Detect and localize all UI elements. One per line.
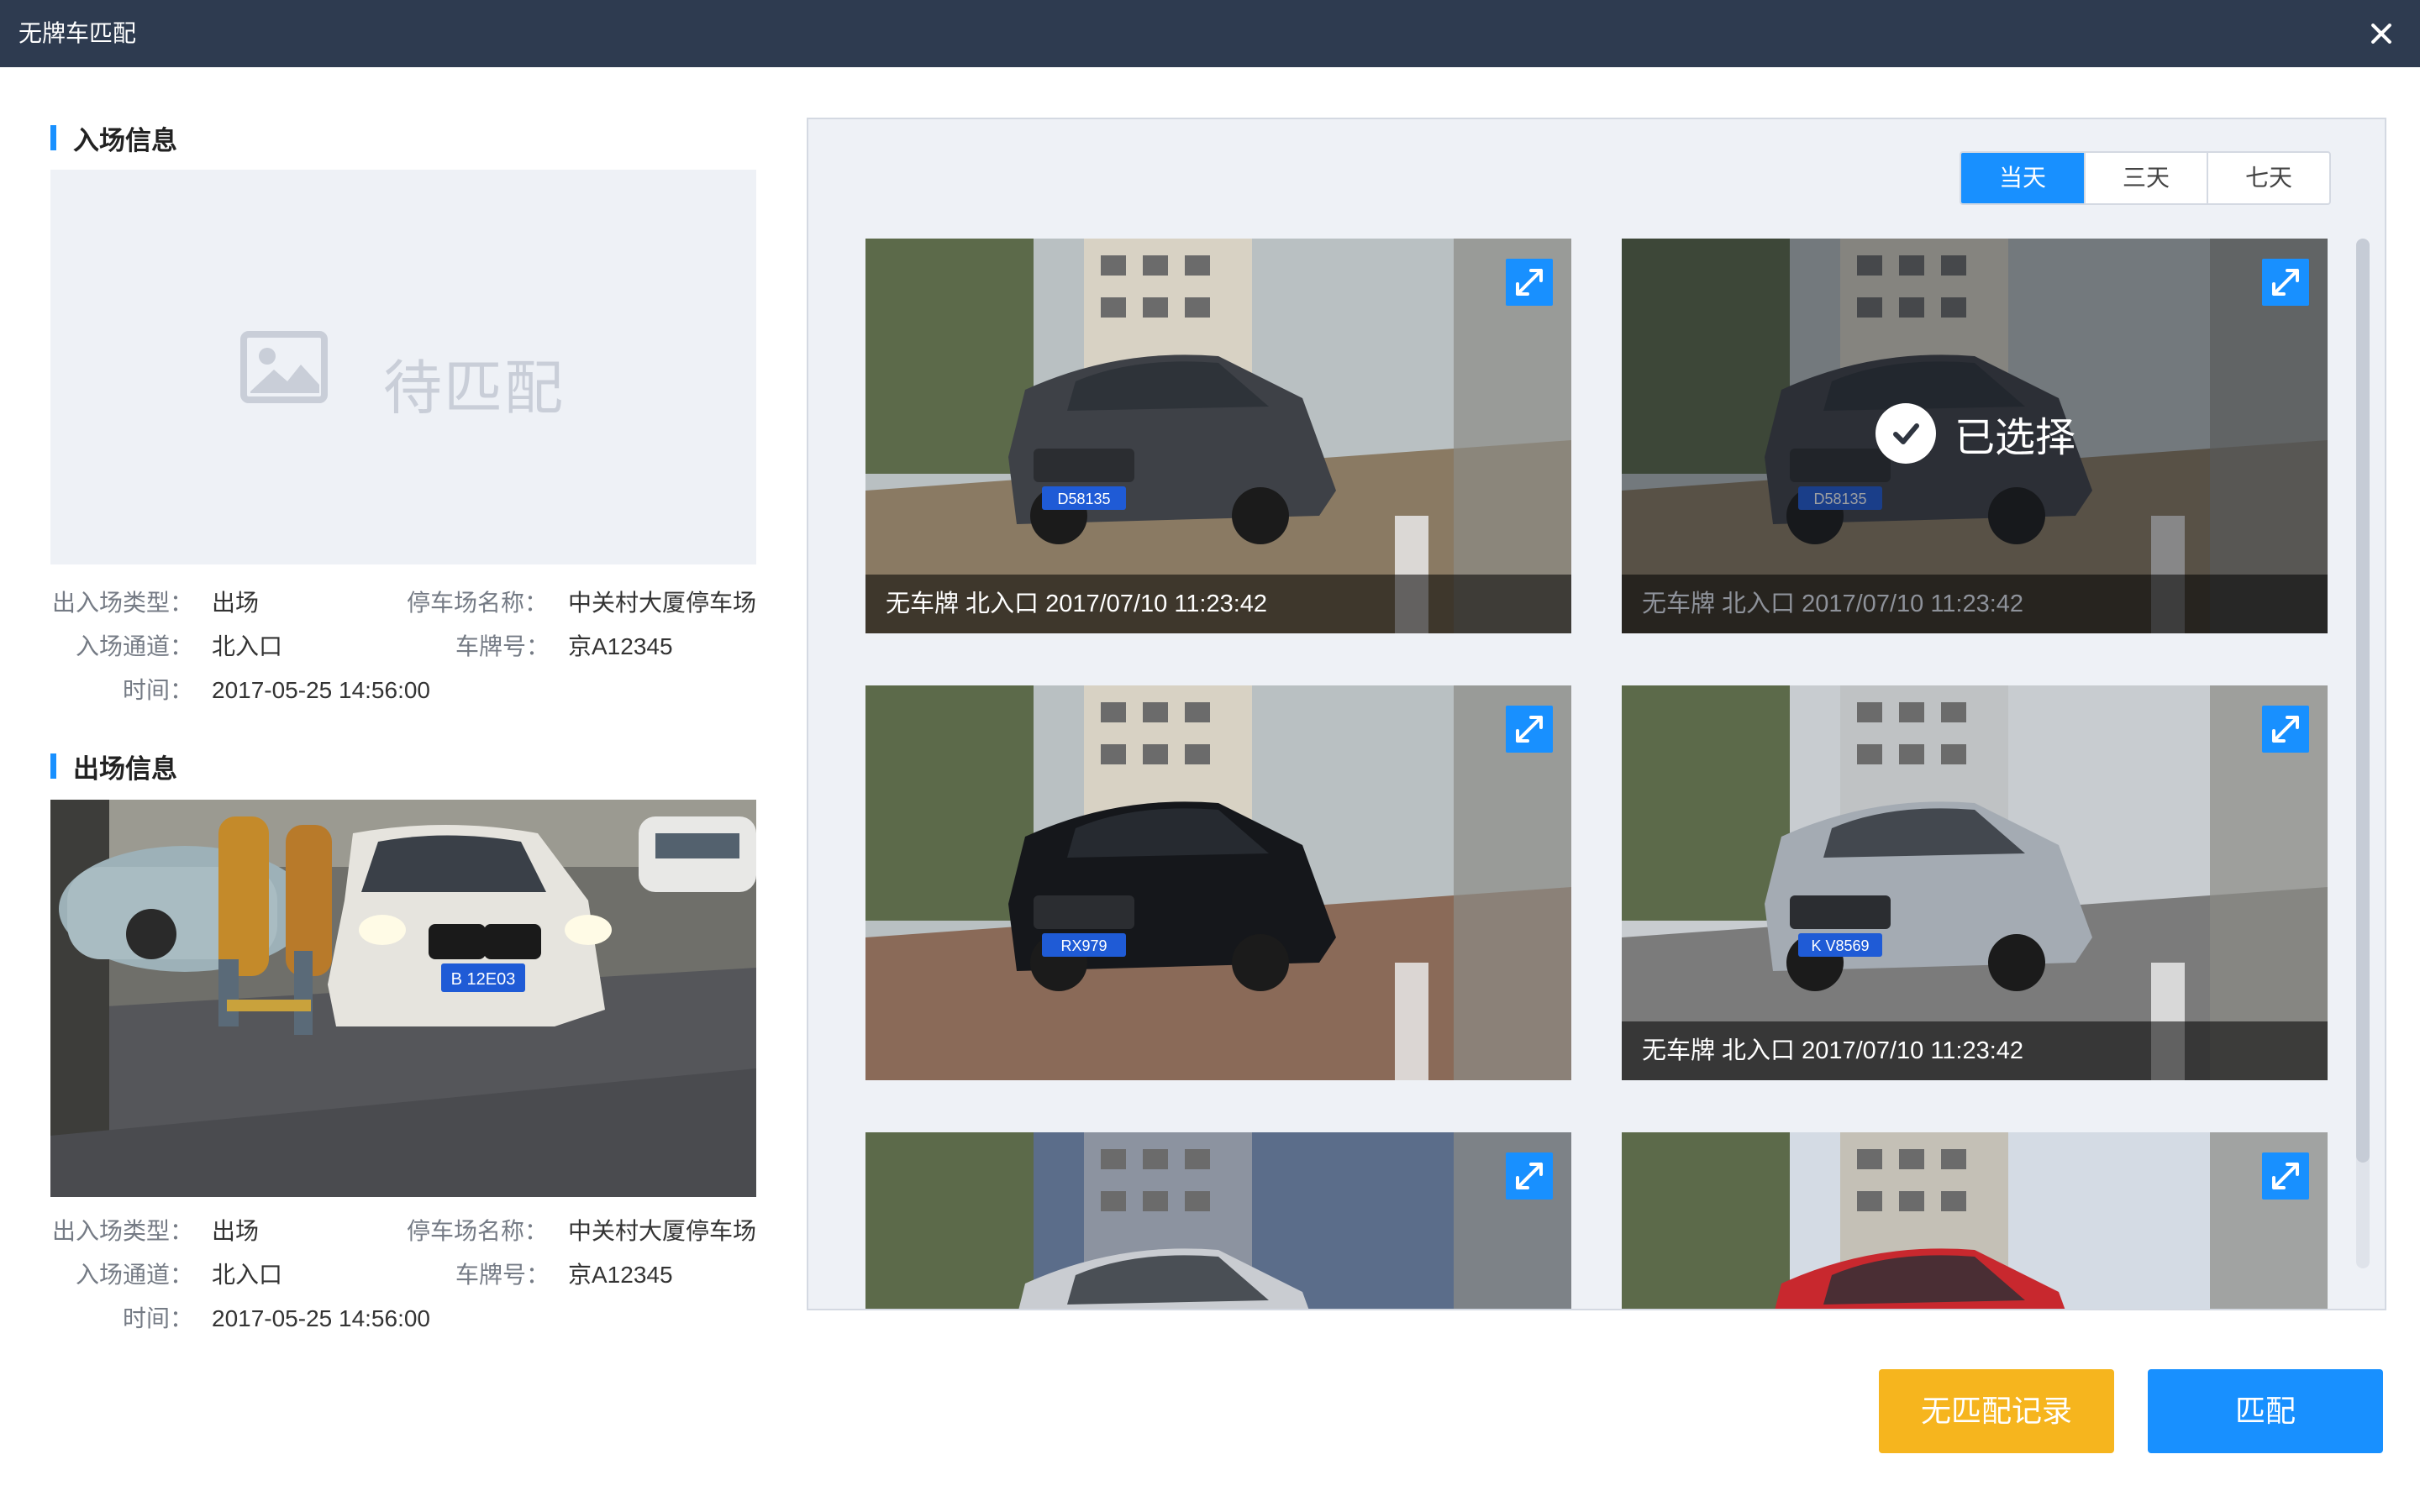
candidate-card[interactable]: D58135 无车牌 北入口 2017/07/10 11:23:42 bbox=[865, 239, 1571, 633]
exit-photo-scene: B 12E03 bbox=[50, 800, 756, 1197]
svg-text:D58135: D58135 bbox=[1057, 491, 1110, 507]
expand-icon[interactable] bbox=[2262, 1152, 2309, 1200]
candidate-photo bbox=[865, 1132, 1571, 1309]
svg-text:RX979: RX979 bbox=[1060, 937, 1107, 954]
exit-section-title: 出场信息 bbox=[50, 753, 177, 784]
expand-icon[interactable] bbox=[2262, 259, 2309, 306]
title-bar: 无牌车匹配 bbox=[0, 0, 2420, 67]
expand-icon[interactable] bbox=[1506, 259, 1553, 306]
svg-text:K V8569: K V8569 bbox=[1811, 937, 1869, 954]
gallery-scrollbar[interactable] bbox=[2356, 239, 2370, 1268]
card-caption: 无车牌 北入口 2017/07/10 11:23:42 bbox=[1622, 575, 2328, 633]
card-caption: 无车牌 北入口 2017/07/10 11:23:42 bbox=[865, 575, 1571, 633]
exit-lot-value: 中关村大厦停车场 bbox=[568, 1218, 757, 1244]
placeholder-text: 待匹配 bbox=[383, 355, 565, 421]
entry-type-value: 出场 bbox=[212, 590, 260, 616]
tab-today[interactable]: 当天 bbox=[1961, 153, 2084, 203]
exit-type-value: 出场 bbox=[212, 1218, 260, 1244]
match-button[interactable]: 匹配 bbox=[2148, 1369, 2383, 1453]
candidate-card[interactable] bbox=[865, 1132, 1571, 1309]
exit-photo: B 12E03 bbox=[50, 800, 756, 1197]
exit-plate-value: 京A12345 bbox=[568, 1262, 673, 1288]
entry-section-title: 入场信息 bbox=[50, 124, 177, 155]
expand-icon[interactable] bbox=[1506, 706, 1553, 753]
entry-lot-value: 中关村大厦停车场 bbox=[568, 590, 757, 616]
candidate-card[interactable]: K V8569 无车牌 北入口 2017/07/10 11:23:42 bbox=[1622, 685, 2328, 1080]
close-icon[interactable] bbox=[2358, 10, 2405, 57]
selected-label: 已选择 bbox=[1954, 416, 2076, 460]
no-match-record-button[interactable]: 无匹配记录 bbox=[1879, 1369, 2114, 1453]
exit-time-value: 2017-05-25 14:56:00 bbox=[212, 1305, 430, 1331]
candidate-card[interactable]: RX979 bbox=[865, 685, 1571, 1080]
date-range-tabs: 当天 三天 七天 bbox=[1960, 151, 2331, 205]
candidate-photo: RX979 bbox=[865, 685, 1571, 1080]
exit-channel-value: 北入口 bbox=[212, 1262, 283, 1288]
entry-photo-placeholder: 待匹配 bbox=[50, 170, 756, 564]
candidate-photo bbox=[1622, 1132, 2328, 1309]
check-icon bbox=[1876, 403, 1936, 464]
entry-time-value: 2017-05-25 14:56:00 bbox=[212, 677, 430, 703]
candidate-card[interactable]: D58135 无车牌 北入口 2017/07/10 11:23:42 已选择 bbox=[1622, 239, 2328, 633]
card-caption: 无车牌 北入口 2017/07/10 11:23:42 bbox=[1622, 1021, 2328, 1080]
candidate-gallery: 当天 三天 七天 D58135 无车牌 北入口 2017/07/10 11:23:… bbox=[807, 118, 2386, 1310]
expand-icon[interactable] bbox=[1506, 1152, 1553, 1200]
selected-badge: 已选择 bbox=[1876, 403, 2075, 464]
expand-icon[interactable] bbox=[2262, 706, 2309, 753]
entry-channel-value: 北入口 bbox=[212, 633, 283, 659]
candidate-card[interactable] bbox=[1622, 1132, 2328, 1309]
scrollbar-thumb[interactable] bbox=[2356, 239, 2370, 1163]
image-icon bbox=[240, 331, 328, 403]
entry-plate-value: 京A12345 bbox=[568, 633, 673, 659]
tab-three-days[interactable]: 三天 bbox=[2084, 153, 2207, 203]
window-title: 无牌车匹配 bbox=[18, 20, 137, 46]
tab-seven-days[interactable]: 七天 bbox=[2207, 153, 2329, 203]
svg-text:B 12E03: B 12E03 bbox=[451, 970, 516, 989]
